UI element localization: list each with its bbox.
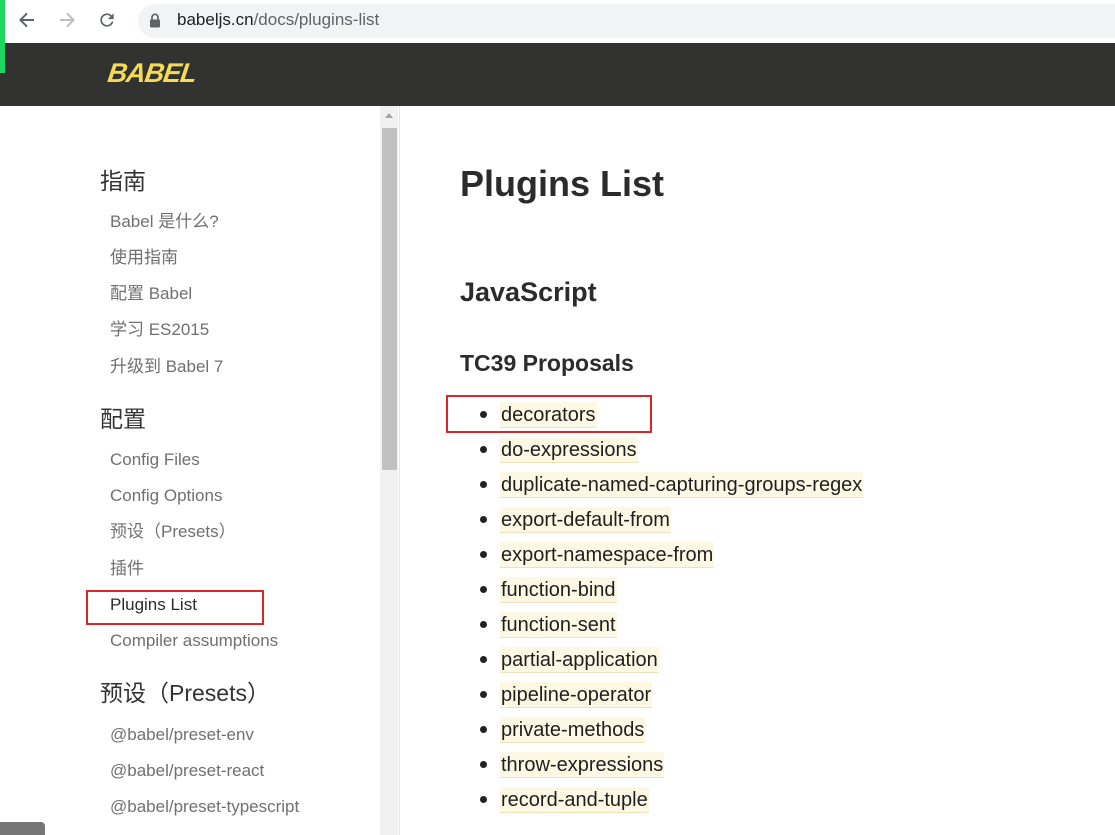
list-item: throw-expressions: [460, 747, 1100, 782]
plugin-link-partial-application[interactable]: partial-application: [500, 646, 659, 673]
bullet-icon: [480, 761, 487, 768]
section-title: JavaScript: [460, 277, 597, 307]
scrollbar-thumb[interactable]: [382, 128, 397, 470]
plugin-link-function-sent[interactable]: function-sent: [500, 611, 617, 638]
sidebar-item-presets[interactable]: 预设（Presets）: [110, 520, 236, 544]
sidebar-item-preset-typescript[interactable]: @babel/preset-typescript: [110, 795, 299, 819]
tab-indicator-stripe: [0, 0, 5, 73]
plugin-link-throw-expressions[interactable]: throw-expressions: [500, 751, 665, 778]
bullet-icon: [480, 656, 487, 663]
list-item: partial-application: [460, 642, 1100, 677]
plugin-link-do-expressions[interactable]: do-expressions: [500, 436, 638, 463]
plugin-link-private-methods[interactable]: private-methods: [500, 716, 646, 743]
list-item: do-expressions: [460, 432, 1100, 467]
sidebar-item-preset-env[interactable]: @babel/preset-env: [110, 723, 254, 747]
browser-toolbar: babeljs.cn/docs/plugins-list: [0, 0, 1115, 43]
bullet-icon: [480, 516, 487, 523]
plugin-link-pipeline-operator[interactable]: pipeline-operator: [500, 681, 653, 708]
corner-widget: [0, 822, 45, 835]
plugin-list: decorators do-expressions duplicate-name…: [460, 397, 1100, 817]
sidebar-item-upgrade-babel-7[interactable]: 升级到 Babel 7: [110, 355, 223, 379]
forward-arrow-icon[interactable]: [53, 6, 81, 34]
list-item: pipeline-operator: [460, 677, 1100, 712]
url-text[interactable]: babeljs.cn/docs/plugins-list: [177, 8, 379, 32]
url-domain: babeljs.cn: [177, 10, 254, 29]
plugin-link-export-namespace-from[interactable]: export-namespace-from: [500, 541, 715, 568]
back-arrow-icon[interactable]: [13, 6, 41, 34]
annotation-box-plugins-list: [86, 590, 264, 625]
sidebar-item-config-options[interactable]: Config Options: [110, 484, 222, 508]
bullet-icon: [480, 691, 487, 698]
bullet-icon: [480, 481, 487, 488]
bullet-icon: [480, 551, 487, 558]
plugin-link-export-default-from[interactable]: export-default-from: [500, 506, 671, 533]
sidebar-heading-config: 配置: [100, 406, 146, 432]
sidebar-item-plugins[interactable]: 插件: [110, 557, 144, 581]
sidebar-item-learn-es2015[interactable]: 学习 ES2015: [110, 318, 209, 342]
list-item: function-bind: [460, 572, 1100, 607]
plugin-link-function-bind[interactable]: function-bind: [500, 576, 617, 603]
lock-icon[interactable]: [149, 13, 161, 33]
list-item: duplicate-named-capturing-groups-regex: [460, 467, 1100, 502]
list-item: export-default-from: [460, 502, 1100, 537]
bullet-icon: [480, 796, 487, 803]
sidebar-item-compiler-assumptions[interactable]: Compiler assumptions: [110, 629, 278, 653]
list-item: function-sent: [460, 607, 1100, 642]
sidebar-item-preset-react[interactable]: @babel/preset-react: [110, 759, 264, 783]
list-item: record-and-tuple: [460, 782, 1100, 817]
subsection-title: TC39 Proposals: [460, 350, 634, 376]
page-title: Plugins List: [460, 163, 665, 204]
bullet-icon: [480, 726, 487, 733]
reload-icon[interactable]: [93, 6, 121, 34]
list-item: export-namespace-from: [460, 537, 1100, 572]
plugin-link-record-and-tuple[interactable]: record-and-tuple: [500, 786, 649, 813]
scroll-up-arrow-icon[interactable]: [380, 106, 398, 124]
annotation-box-decorators: [446, 395, 652, 433]
plugin-link-duplicate-named-capturing-groups-regex[interactable]: duplicate-named-capturing-groups-regex: [500, 471, 864, 498]
sidebar-item-config-files[interactable]: Config Files: [110, 448, 200, 472]
sidebar-item-usage-guide[interactable]: 使用指南: [110, 246, 178, 270]
sidebar-heading-presets: 预设（Presets）: [100, 680, 270, 706]
site-header: BABEL: [0, 43, 1115, 106]
list-item: private-methods: [460, 712, 1100, 747]
bullet-icon: [480, 621, 487, 628]
sidebar-heading-guide: 指南: [100, 168, 146, 194]
sidebar-item-configure-babel[interactable]: 配置 Babel: [110, 282, 192, 306]
bullet-icon: [480, 446, 487, 453]
url-path: /docs/plugins-list: [253, 10, 380, 29]
sidebar-item-what-is-babel[interactable]: Babel 是什么?: [110, 210, 219, 234]
babel-logo[interactable]: BABEL: [106, 57, 198, 89]
bullet-icon: [480, 586, 487, 593]
